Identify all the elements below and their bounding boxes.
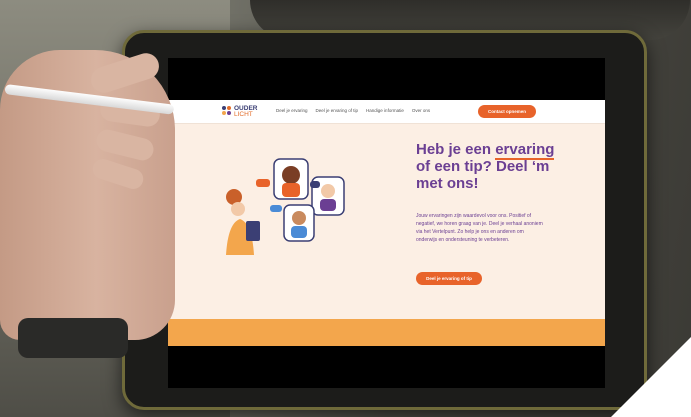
contact-button[interactable]: Contact opnemen	[478, 105, 536, 118]
tablet-screen: OUDER LICHT Deel je ervaring Deel je erv…	[168, 58, 605, 388]
nav-link-over-ons[interactable]: Over ons	[412, 108, 430, 113]
chat-illustration	[226, 158, 345, 255]
website: OUDER LICHT Deel je ervaring Deel je erv…	[168, 100, 605, 346]
orange-footer-band	[168, 319, 605, 346]
site-header: OUDER LICHT Deel je ervaring Deel je erv…	[168, 100, 605, 124]
nav-link-deel-je-ervaring[interactable]: Deel je ervaring	[276, 108, 308, 113]
photo-background: OUDER LICHT Deel je ervaring Deel je erv…	[0, 0, 691, 417]
share-experience-button[interactable]: Deel je ervaring of tip	[416, 272, 482, 285]
nav-link-handige-informatie[interactable]: Handige informatie	[366, 108, 404, 113]
hero-description: Jouw ervaringen zijn waardevol voor ons.…	[416, 213, 543, 243]
logo-icon	[222, 106, 232, 118]
page-curl-corner	[611, 337, 691, 417]
wristwatch	[18, 318, 128, 358]
logo-text: OUDER LICHT	[234, 105, 258, 118]
nav-link-ervaring-of-tip[interactable]: Deel je ervaring of tip	[316, 108, 359, 113]
site-logo[interactable]: OUDER LICHT	[222, 105, 257, 119]
main-nav: Deel je ervaring Deel je ervaring of tip…	[276, 108, 430, 113]
hero-title: Heb je een ervaring of een tip? Deel ‘m …	[416, 141, 555, 192]
